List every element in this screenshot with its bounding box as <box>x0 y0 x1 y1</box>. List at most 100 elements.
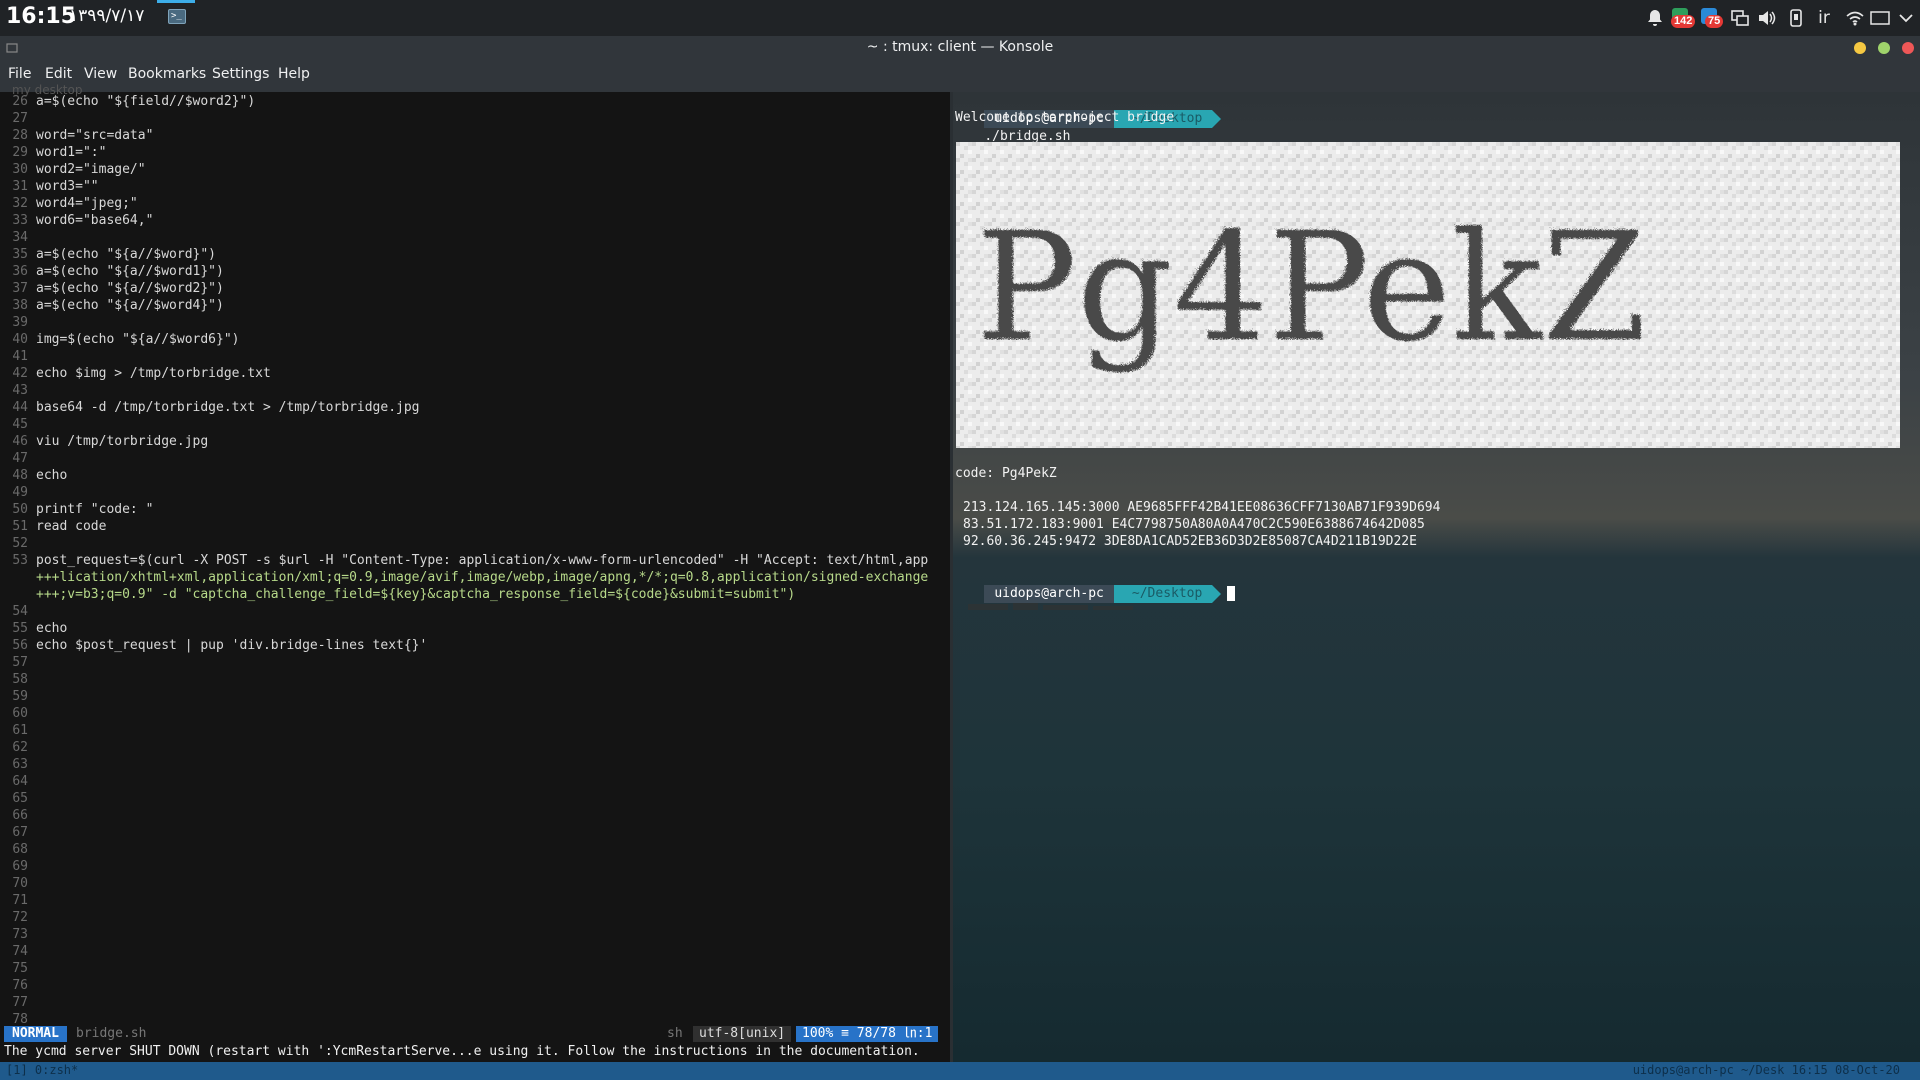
code-line: 60 <box>0 705 36 722</box>
line-number: 31 <box>12 179 28 194</box>
menu-settings[interactable]: Settings <box>212 66 269 82</box>
line-text: word1=":" <box>36 145 107 160</box>
window-title: ~ : tmux: client — Konsole <box>866 39 1054 55</box>
code-line: 40 img=$(echo "${a//$word6}") <box>0 331 240 348</box>
window-switch-icon[interactable] <box>1730 8 1750 28</box>
prompt-line-1: uidops@arch-pc ~/Desktop ./bridge.sh <box>953 92 1222 144</box>
line-text: word2="image/" <box>36 162 146 177</box>
clock[interactable]: 16:15 <box>6 4 76 29</box>
captcha-glyphs: Pg4PekZ <box>974 199 1644 373</box>
line-number: 61 <box>12 723 28 738</box>
menu-help[interactable]: Help <box>278 66 310 82</box>
tmux-status-right: uidops@arch-pc ~/Desk 16:15 08-Oct-20 <box>1632 1063 1900 1077</box>
line-number: 50 <box>12 502 28 517</box>
line-text: word6="base64," <box>36 213 154 228</box>
line-number: 46 <box>12 434 28 449</box>
device-icon[interactable] <box>1786 8 1806 28</box>
line-number: 75 <box>12 961 28 976</box>
code-line: 30 word2="image/" <box>0 161 146 178</box>
line-number: 57 <box>12 655 28 670</box>
code-line: 67 <box>0 824 36 841</box>
terminal-pane[interactable]: uidops@arch-pc ~/Desktop ./bridge.sh Welc… <box>953 92 1920 1062</box>
code-line: 44 base64 -d /tmp/torbridge.txt > /tmp/to… <box>0 399 420 416</box>
code-line: 48 echo <box>0 467 67 484</box>
code-line: 59 <box>0 688 36 705</box>
code-line: 73 <box>0 926 36 943</box>
code-line: 51 read code <box>0 518 106 535</box>
line-text: word="src=data" <box>36 128 154 143</box>
line-number: 56 <box>12 638 28 653</box>
line-text: echo $post_request | pup 'div.bridge-lin… <box>36 638 428 653</box>
line-number: 45 <box>12 417 28 432</box>
code-line: 66 <box>0 807 36 824</box>
code-line: 69 <box>0 858 36 875</box>
line-number: 39 <box>12 315 28 330</box>
code-line: 26 a=$(echo "${field//$word2}") <box>0 93 255 110</box>
date[interactable]: ۱۳۹۹/۷/۱۷ <box>69 6 144 26</box>
window-titlebar[interactable]: ~ : tmux: client — Konsole <box>0 36 1920 60</box>
update-icon[interactable]: 142 <box>1670 8 1696 28</box>
line-number: 30 <box>12 162 28 177</box>
line-text: img=$(echo "${a//$word6}") <box>36 332 240 347</box>
cursor-position: 100% ≡ 78/78 ㏑:1 <box>796 1026 939 1042</box>
code-line: 76 <box>0 977 36 994</box>
volume-icon[interactable] <box>1757 8 1777 28</box>
line-number: 47 <box>12 451 28 466</box>
line-number: 27 <box>12 111 28 126</box>
code-line: 61 <box>0 722 36 739</box>
active-task-indicator <box>157 0 195 3</box>
line-number: 51 <box>12 519 28 534</box>
notif-badge-2: 75 <box>1705 15 1724 28</box>
menu-bookmarks[interactable]: Bookmarks <box>128 66 206 82</box>
captcha-image: Pg4PekZ <box>956 142 1900 448</box>
vim-mode: NORMAL <box>4 1026 67 1042</box>
line-number: 43 <box>12 383 28 398</box>
code-line: 56 echo $post_request | pup 'div.bridge-l… <box>0 637 427 654</box>
line-number: 76 <box>12 978 28 993</box>
line-number: 73 <box>12 927 28 942</box>
line-number: 52 <box>12 536 28 551</box>
code-line: 71 <box>0 892 36 909</box>
code-line: 35 a=$(echo "${a//$word}") <box>0 246 216 263</box>
maximize-button[interactable] <box>1878 42 1890 54</box>
line-number: 28 <box>12 128 28 143</box>
bridge-line-3: 92.60.36.245:9472 3DE8DA1CAD52EB36D3D2E8… <box>963 534 1417 549</box>
keyboard-layout[interactable]: ir <box>1813 7 1835 29</box>
line-text: post_request=$(curl -X POST -s $url -H "… <box>36 553 929 568</box>
file-encoding: utf-8[unix] <box>693 1026 792 1042</box>
notifications-icon[interactable] <box>1645 8 1665 28</box>
code-line: +++;v=b3;q=0.9" -d "captcha_challenge_fi… <box>0 586 795 603</box>
show-desktop-icon[interactable] <box>1870 8 1890 28</box>
taskbar-konsole[interactable]: >_ <box>157 0 195 34</box>
messenger-icon[interactable]: 75 <box>1699 8 1724 28</box>
code-line: 50 printf "code: " <box>0 501 153 518</box>
line-number: 34 <box>12 230 28 245</box>
vim-message: The ycmd server SHUT DOWN (restart with … <box>4 1044 920 1059</box>
code-line: 37 a=$(echo "${a//$word2}") <box>0 280 224 297</box>
close-button[interactable] <box>1902 42 1914 54</box>
line-text: a=$(echo "${field//$word2}") <box>36 94 256 109</box>
menu-edit[interactable]: Edit <box>45 66 72 82</box>
code-line: 31 word3="" <box>0 178 98 195</box>
prompt-arrow <box>1212 110 1222 128</box>
chevron-down-icon[interactable] <box>1896 8 1916 28</box>
network-icon[interactable] <box>1845 8 1865 28</box>
code-line: 64 <box>0 773 36 790</box>
code-line: 52 <box>0 535 36 552</box>
code-line: 63 <box>0 756 36 773</box>
menu-view[interactable]: View <box>84 66 117 82</box>
code-line: 42 echo $img > /tmp/torbridge.txt <box>0 365 270 382</box>
line-text: base64 -d /tmp/torbridge.txt > /tmp/torb… <box>36 400 420 415</box>
prompt-dir: ~/Desktop <box>1113 585 1213 603</box>
line-number: 72 <box>12 910 28 925</box>
line-number: 44 <box>12 400 28 415</box>
line-number: 71 <box>12 893 28 908</box>
vim-pane[interactable]: my desktop 26 a=$(echo "${field//$word2}"… <box>0 83 950 1062</box>
minimize-button[interactable] <box>1854 42 1866 54</box>
line-number: 49 <box>12 485 28 500</box>
welcome-text: Welcome to torproject bridge <box>955 110 1175 125</box>
line-text: a=$(echo "${a//$word1}") <box>36 264 224 279</box>
code-line: 28 word="src=data" <box>0 127 153 144</box>
menu-file[interactable]: File <box>8 66 31 82</box>
tmux-window-list[interactable]: [1] 0:zsh* <box>6 1063 78 1077</box>
